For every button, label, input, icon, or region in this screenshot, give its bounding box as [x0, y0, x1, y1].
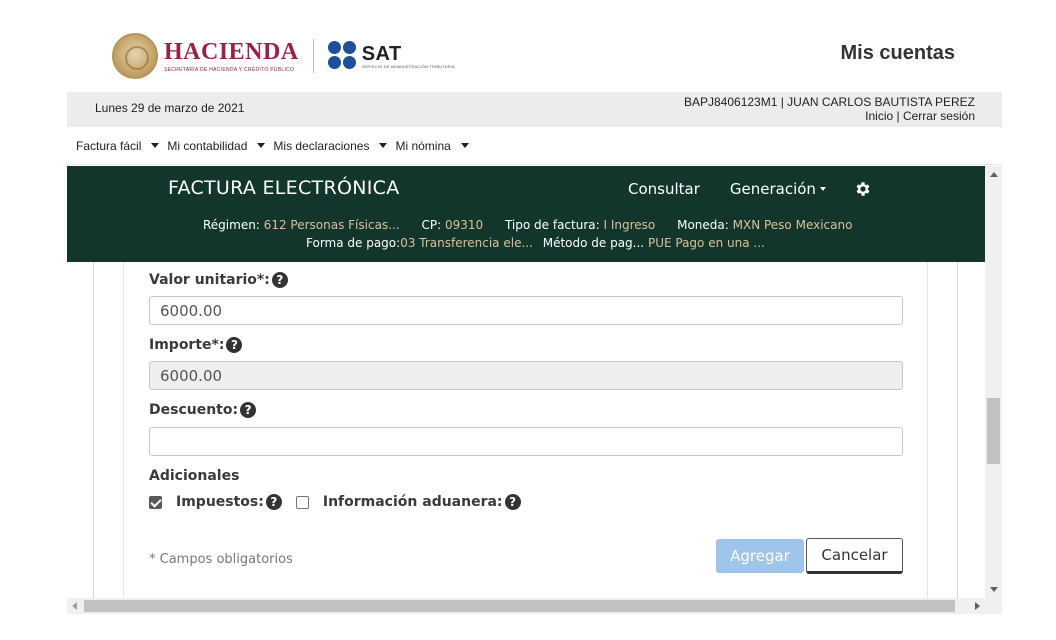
logo-divider: [312, 39, 314, 73]
mis-cuentas-title: Mis cuentas: [840, 42, 955, 64]
app-menu: Consultar Generación: [628, 180, 872, 198]
hacienda-logo: HACIENDA SECRETARÍA DE HACIENDA Y CRÉDIT…: [164, 40, 299, 73]
agregar-button[interactable]: Agregar: [716, 539, 804, 573]
nav-mis-declaraciones[interactable]: Mis declaraciones: [273, 139, 395, 153]
forma-pago-label: Forma de pago:: [306, 236, 401, 250]
logo-group[interactable]: HACIENDA SECRETARÍA DE HACIENDA Y CRÉDIT…: [112, 33, 455, 79]
moneda-value: MXN Peso Mexicano: [732, 218, 853, 232]
scroll-up-icon[interactable]: [990, 172, 998, 177]
generacion-label: Generación: [729, 180, 816, 198]
vertical-scrollbar[interactable]: [985, 166, 1002, 598]
horizontal-scrollbar[interactable]: [67, 598, 1002, 614]
cerrar-sesion-link[interactable]: Cerrar sesión: [903, 109, 975, 123]
app-title: FACTURA ELECTRÓNICA: [168, 177, 400, 199]
importe-input: [149, 361, 903, 390]
hacienda-name: HACIENDA: [164, 38, 299, 65]
nav-label: Mis declaraciones: [273, 138, 370, 153]
gear-icon[interactable]: [854, 180, 872, 198]
nav-label: Factura fácil: [76, 138, 142, 153]
nav-factura-facil[interactable]: Factura fácil: [76, 139, 167, 153]
current-date: Lunes 29 de marzo de 2021: [95, 101, 245, 115]
scroll-right-icon[interactable]: [975, 602, 980, 610]
impuestos-label: Impuestos:: [176, 494, 264, 510]
nav-mi-contabilidad[interactable]: Mi contabilidad: [167, 139, 273, 153]
help-icon[interactable]: ?: [240, 402, 257, 418]
valor-unitario-input[interactable]: [149, 296, 903, 325]
main-nav: Factura fácil Mi contabilidad Mis declar…: [67, 127, 1002, 165]
help-icon[interactable]: ?: [226, 337, 243, 353]
top-header: HACIENDA SECRETARÍA DE HACIENDA Y CRÉDIT…: [0, 0, 1056, 92]
help-icon[interactable]: ?: [504, 494, 521, 510]
link-separator: |: [893, 109, 903, 123]
aduanera-label: Información aduanera:: [322, 494, 503, 510]
scroll-left-icon[interactable]: [72, 602, 77, 610]
caret-down-icon: [257, 143, 266, 148]
scroll-thumb[interactable]: [84, 600, 955, 612]
adicionales-options: Impuestos: ? Información aduanera: ?: [149, 494, 521, 510]
cp-value: 09310: [444, 218, 484, 232]
forma-pago-value: 03 Transferencia ele...: [400, 236, 533, 250]
nav-label: Mi nómina: [395, 138, 451, 153]
inicio-link[interactable]: Inicio: [865, 109, 893, 123]
mexico-seal-logo: [112, 33, 158, 79]
importe-label-text: Importe*:: [149, 337, 225, 353]
tipo-factura-label: Tipo de factura:: [504, 218, 600, 232]
help-icon[interactable]: ?: [265, 494, 282, 510]
regimen-value: 612 Personas Físicas...: [263, 218, 400, 232]
sat-subtitle: SERVICIO DE ADMINISTRACIÓN TRIBUTARIA: [361, 63, 455, 69]
info-bar: Lunes 29 de marzo de 2021 BAPJ8406123M1 …: [67, 92, 1002, 127]
caret-down-icon: [819, 187, 826, 191]
caret-down-icon: [460, 143, 469, 148]
hacienda-subtitle: SECRETARÍA DE HACIENDA Y CRÉDITO PÚBLICO: [164, 66, 295, 73]
metodo-pago-value: PUE Pago en una ...: [647, 236, 765, 250]
valor-unitario-label-text: Valor unitario*:: [149, 272, 270, 288]
cancelar-button[interactable]: Cancelar: [806, 538, 903, 574]
nav-label: Mi contabilidad: [167, 138, 248, 153]
factura-header: FACTURA ELECTRÓNICA Consultar Generación…: [67, 166, 985, 262]
factura-meta-row-2: Forma de pago:03 Transferencia ele... Mé…: [306, 236, 765, 250]
valor-unitario-label: Valor unitario*: ?: [149, 272, 288, 288]
importe-label: Importe*: ?: [149, 337, 243, 353]
caret-down-icon: [379, 143, 388, 148]
concept-form-panel: Valor unitario*: ? Importe*: ? Descuento…: [67, 262, 985, 598]
regimen-label: Régimen:: [203, 218, 260, 232]
tipo-factura-value: I Ingreso: [603, 218, 656, 232]
factura-meta-row-1: Régimen: 612 Personas Físicas... CP: 093…: [203, 218, 852, 232]
sat-name: SAT: [361, 42, 402, 65]
descuento-input[interactable]: [149, 427, 903, 456]
sat-dots-icon: [327, 41, 358, 71]
descuento-label-text: Descuento:: [149, 402, 239, 418]
user-rfc-name: BAPJ8406123M1 | JUAN CARLOS BAUTISTA PER…: [684, 95, 975, 109]
adicionales-label: Adicionales: [149, 468, 240, 484]
nav-mi-nomina[interactable]: Mi nómina: [395, 139, 476, 153]
consultar-link[interactable]: Consultar: [628, 180, 700, 198]
metodo-pago-label: Método de pag...: [542, 236, 645, 250]
required-fields-note: * Campos obligatorios: [149, 552, 293, 567]
descuento-label: Descuento: ?: [149, 402, 257, 418]
user-info: BAPJ8406123M1 | JUAN CARLOS BAUTISTA PER…: [684, 95, 975, 123]
caret-down-icon: [151, 143, 160, 148]
moneda-label: Moneda:: [677, 218, 729, 232]
cp-label: CP:: [421, 218, 442, 232]
generacion-dropdown[interactable]: Generación: [730, 180, 826, 198]
impuestos-checkbox[interactable]: [149, 495, 162, 509]
scroll-down-icon[interactable]: [990, 587, 998, 592]
scroll-thumb[interactable]: [987, 398, 1000, 464]
sat-logo: SAT SERVICIO DE ADMINISTRACIÓN TRIBUTARI…: [327, 41, 455, 71]
help-icon[interactable]: ?: [271, 272, 288, 288]
aduanera-checkbox[interactable]: [295, 495, 309, 509]
